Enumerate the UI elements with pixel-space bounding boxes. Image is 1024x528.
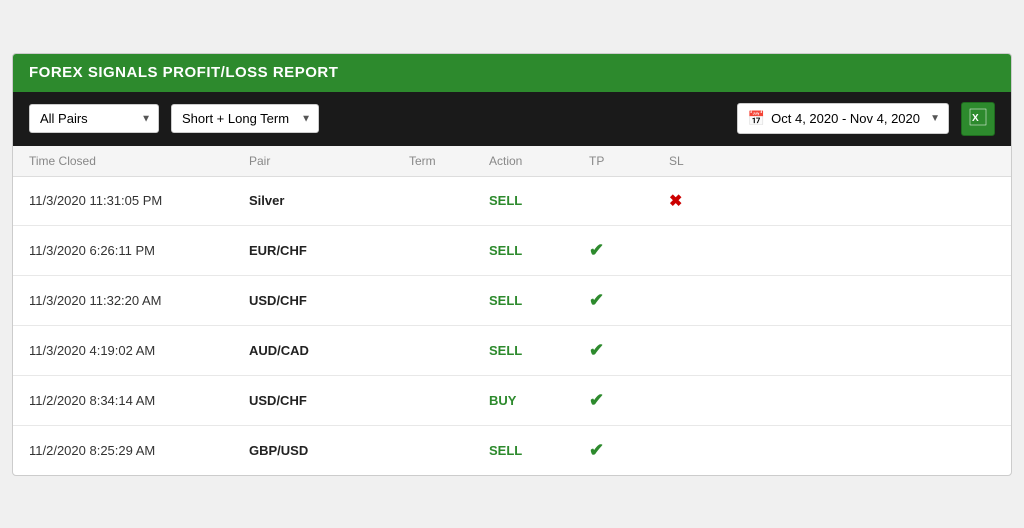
cell-pair: Silver — [249, 193, 409, 208]
cell-time: 11/3/2020 6:26:11 PM — [29, 243, 249, 258]
table-row: 11/2/2020 8:34:14 AM USD/CHF BUY ✔ — [13, 376, 1011, 426]
excel-icon: X — [969, 108, 987, 129]
cell-action: SELL — [489, 243, 589, 258]
excel-export-button[interactable]: X — [961, 102, 995, 136]
cell-action: SELL — [489, 293, 589, 308]
cell-tp: ✔ — [589, 440, 669, 461]
col-header-sl: SL — [669, 154, 749, 168]
tp-check-icon: ✔ — [589, 440, 604, 460]
excel-svg: X — [969, 108, 987, 126]
table-row: 11/2/2020 8:25:29 AM GBP/USD SELL ✔ — [13, 426, 1011, 475]
report-table: Time Closed Pair Term Action TP SL 11/3/… — [13, 146, 1011, 475]
pair-filter-wrapper: All Pairs Silver EUR/CHF USD/CHF AUD/CAD… — [29, 104, 159, 133]
cell-pair: USD/CHF — [249, 393, 409, 408]
col-header-time: Time Closed — [29, 154, 249, 168]
col-header-extra — [749, 154, 995, 168]
tp-check-icon: ✔ — [589, 390, 604, 410]
cell-tp: ✔ — [589, 290, 669, 311]
header-bar: FOREX SIGNALS PROFIT/LOSS REPORT — [13, 54, 1011, 92]
cell-action: SELL — [489, 343, 589, 358]
col-header-term: Term — [409, 154, 489, 168]
term-filter-wrapper: Short + Long Term Short Term Long Term ▼ — [171, 104, 319, 133]
cell-time: 11/2/2020 8:25:29 AM — [29, 443, 249, 458]
cell-time: 11/2/2020 8:34:14 AM — [29, 393, 249, 408]
term-filter-select[interactable]: Short + Long Term Short Term Long Term — [171, 104, 319, 133]
svg-text:X: X — [972, 113, 979, 124]
tp-check-icon: ✔ — [589, 240, 604, 260]
table-row: 11/3/2020 11:31:05 PM Silver SELL ✖ — [13, 177, 1011, 226]
tp-check-icon: ✔ — [589, 290, 604, 310]
cell-action: BUY — [489, 393, 589, 408]
sl-cross-icon: ✖ — [669, 193, 682, 210]
table-header-row: Time Closed Pair Term Action TP SL — [13, 146, 1011, 177]
date-range-label: Oct 4, 2020 - Nov 4, 2020 — [771, 111, 920, 126]
col-header-action: Action — [489, 154, 589, 168]
pair-filter-select[interactable]: All Pairs Silver EUR/CHF USD/CHF AUD/CAD… — [29, 104, 159, 133]
main-container: FOREX SIGNALS PROFIT/LOSS REPORT All Pai… — [12, 53, 1012, 476]
cell-tp: ✔ — [589, 340, 669, 361]
cell-time: 11/3/2020 4:19:02 AM — [29, 343, 249, 358]
table-row: 11/3/2020 11:32:20 AM USD/CHF SELL ✔ — [13, 276, 1011, 326]
cell-sl: ✖ — [669, 191, 749, 211]
cell-tp: ✔ — [589, 240, 669, 261]
toolbar: All Pairs Silver EUR/CHF USD/CHF AUD/CAD… — [13, 92, 1011, 146]
table-row: 11/3/2020 6:26:11 PM EUR/CHF SELL ✔ — [13, 226, 1011, 276]
col-header-pair: Pair — [249, 154, 409, 168]
cell-pair: GBP/USD — [249, 443, 409, 458]
cell-action: SELL — [489, 193, 589, 208]
cell-pair: USD/CHF — [249, 293, 409, 308]
cell-time: 11/3/2020 11:31:05 PM — [29, 193, 249, 208]
date-range-picker[interactable]: 📅 Oct 4, 2020 - Nov 4, 2020 ▼ — [737, 103, 949, 134]
calendar-icon: 📅 — [748, 110, 765, 127]
cell-time: 11/3/2020 11:32:20 AM — [29, 293, 249, 308]
cell-pair: EUR/CHF — [249, 243, 409, 258]
table-row: 11/3/2020 4:19:02 AM AUD/CAD SELL ✔ — [13, 326, 1011, 376]
table-body: 11/3/2020 11:31:05 PM Silver SELL ✖ 11/3… — [13, 177, 1011, 475]
date-range-arrow-icon: ▼ — [930, 113, 940, 124]
cell-tp: ✔ — [589, 390, 669, 411]
tp-check-icon: ✔ — [589, 340, 604, 360]
cell-action: SELL — [489, 443, 589, 458]
col-header-tp: TP — [589, 154, 669, 168]
page-title: FOREX SIGNALS PROFIT/LOSS REPORT — [29, 64, 338, 81]
cell-pair: AUD/CAD — [249, 343, 409, 358]
